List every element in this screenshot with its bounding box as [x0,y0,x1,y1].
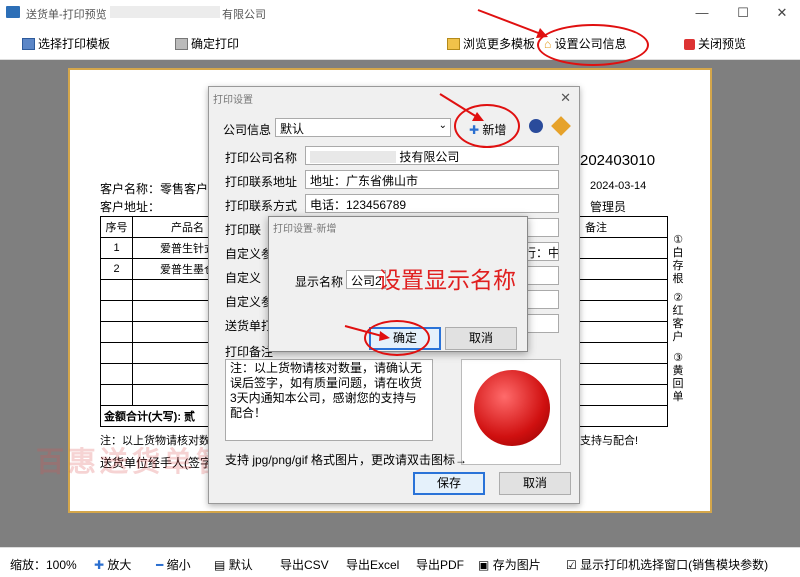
remark-label: 打印备注 [225,345,274,359]
operator: 管理员 [590,200,627,214]
redacted-block [310,151,396,163]
subdialog-cancel-button[interactable]: 取消 [445,327,517,350]
customer-name: 客户名称：零售客户 [100,182,209,196]
browse-templates-button[interactable]: 浏览更多模板 [447,35,535,52]
minimize-button[interactable]: — [692,4,712,22]
copy-label-white: ①白存根 [672,234,684,285]
close-preview-button[interactable]: 关闭预览 [684,35,746,52]
maximize-button[interactable]: ☐ [733,4,753,22]
window-title: 送货单-打印预览 - [26,9,114,21]
export-pdf-button[interactable]: 导出PDF [416,556,464,573]
company-info-select[interactable]: 默认 ⌄ [275,118,451,137]
display-name-label: 显示名称 [295,275,344,289]
note-text-end: 支持与配合! [580,435,639,447]
zoom-level: 缩放：100% [10,558,77,572]
highlight-ellipse [537,24,649,66]
toolbar: 选择打印模板 确定打印 浏览更多模板 ⌂ 设置公司信息 关闭预览 [0,26,800,60]
nav-back-icon[interactable] [529,119,543,133]
plus-icon: ✚ [94,558,105,572]
folder-icon [447,38,460,50]
print-contact-label: 打印联 [225,223,262,237]
dialog-close-icon[interactable]: ✕ [560,90,571,106]
annotation-text: 设置显示名称 [378,267,516,293]
close-preview-icon [684,39,695,50]
printer-icon [175,38,188,50]
show-printer-checkbox[interactable]: ☑ 显示打印机选择窗口(销售模块参数) [566,556,768,573]
highlight-ellipse [364,320,430,356]
print-company-name-field[interactable]: 技有限公司 [305,146,559,165]
redacted-name [110,6,220,18]
print-phone-label: 打印联系方式 [225,199,298,213]
save-image-button[interactable]: ▣ 存为图片 [478,556,541,573]
print-company-name-label: 打印公司名称 [225,151,298,165]
custom-param1-label: 自定义参 [225,247,274,261]
chevron-down-icon: ⌄ [438,120,447,131]
company-logo-box[interactable] [461,359,561,465]
custom-param3-label: 自定义参 [225,295,274,309]
copy-label-red: ②红客户 [672,292,684,343]
copy-label-yellow: ③黄回单 [672,352,684,403]
settings-diamond-icon[interactable] [551,116,571,136]
zoom-out-button[interactable]: ━ 缩小 [156,556,191,573]
cancel-button[interactable]: 取消 [499,472,571,495]
default-zoom-button[interactable]: ▤ 默认 [214,556,253,573]
dialog-title: 打印设置 [213,95,253,106]
export-excel-button[interactable]: 导出Excel [346,556,399,573]
export-csv-button[interactable]: 导出CSV [280,556,329,573]
template-icon [22,38,35,50]
highlight-ellipse [454,104,520,148]
print-phone-field[interactable]: 电话：123456789 [305,194,559,213]
subdialog-title: 打印设置-新增 [273,224,337,235]
app-icon [6,6,20,18]
checkbox-checked-icon: ☑ [566,558,577,572]
save-button[interactable]: 保存 [413,472,485,495]
customer-address: 客户地址： [100,200,161,214]
zoom-in-button[interactable]: ✚ 放大 [94,556,131,573]
window-titlebar: 送货单-打印预览 - 有限公司 — ☐ ✕ [0,0,800,26]
company-info-label: 公司信息 [223,123,272,137]
print-address-field[interactable]: 地址：广东省佛山市 [305,170,559,189]
minus-icon: ━ [156,558,164,572]
close-button[interactable]: ✕ [772,4,792,22]
order-date: 2024-03-14 [590,180,647,192]
remark-textarea[interactable]: 注：以上货物请核对数量，请确认无误后签字，如有质量问题，请在收货3天内通知本公司… [225,359,433,441]
document-icon: ▤ [214,558,226,572]
delivery-print-label: 送货单打 [225,319,274,333]
image-icon: ▣ [478,558,490,572]
order-number: 202403010 [580,152,656,169]
confirm-print-button[interactable]: 确定打印 [175,35,239,52]
print-address-label: 打印联系地址 [225,175,298,189]
image-hint: 支持 jpg/png/gif 格式图片，更改请双击图标→ [225,453,468,467]
statusbar: 缩放：100% ✚ 放大 ━ 缩小 ▤ 默认 导出CSV 导出Excel 导出P… [0,547,800,577]
custom-param2-label: 自定义 [225,271,262,285]
select-template-button[interactable]: 选择打印模板 [22,35,110,52]
logo-image [474,370,550,446]
window-title-suffix: 有限公司 [222,9,266,21]
